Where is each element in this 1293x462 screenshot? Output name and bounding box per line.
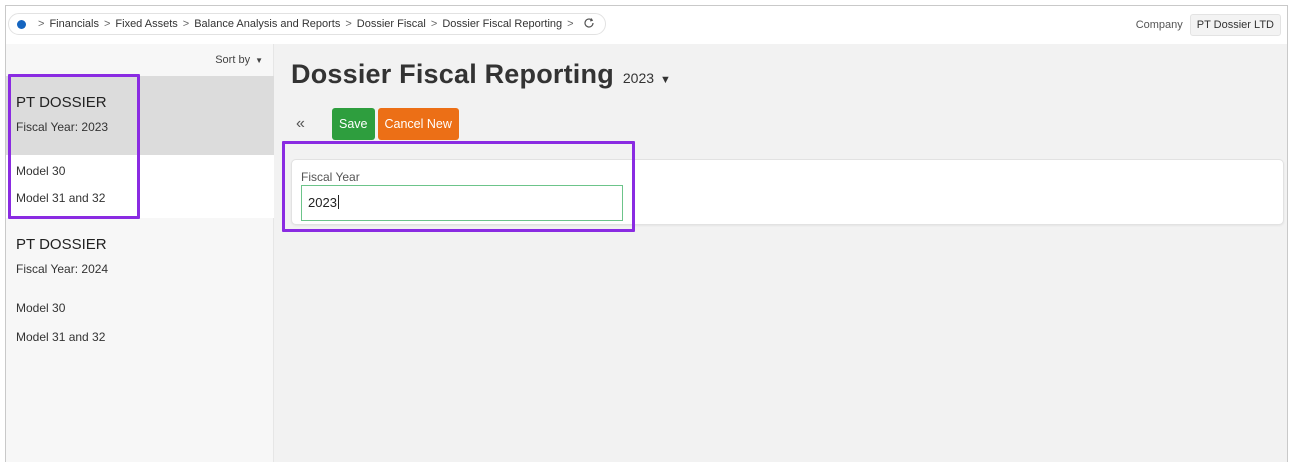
caret-down-icon[interactable]: ▼ bbox=[660, 74, 671, 86]
breadcrumb-dossier-fiscal-reporting[interactable]: Dossier Fiscal Reporting bbox=[442, 18, 562, 30]
fiscal-year-input[interactable]: 2023 bbox=[301, 185, 623, 221]
fiscal-year-label: Fiscal Year: bbox=[16, 262, 79, 276]
chevron-right-icon: > bbox=[345, 18, 352, 30]
chevron-right-icon: > bbox=[567, 18, 574, 30]
app-frame: > Financials > Fixed Assets > Balance An… bbox=[5, 5, 1288, 462]
sort-by-label: Sort by bbox=[215, 54, 251, 66]
sidebar-item-model-30[interactable]: Model 30 bbox=[6, 155, 274, 184]
chevron-right-icon: > bbox=[430, 18, 438, 30]
sidebar: Sort by ▼ PT DOSSIER Fiscal Year: 2023 M… bbox=[6, 44, 274, 462]
sidebar-item-model-31-32[interactable]: Model 31 and 32 bbox=[6, 323, 274, 352]
breadcrumb-dossier-fiscal[interactable]: Dossier Fiscal bbox=[357, 18, 426, 30]
sidebar-group-header[interactable]: PT DOSSIER Fiscal Year: 2023 bbox=[6, 76, 274, 155]
fiscal-year-value: 2024 bbox=[81, 262, 109, 276]
sort-by-button[interactable]: Sort by ▼ bbox=[215, 54, 263, 66]
main-content: Dossier Fiscal Reporting 2023 ▼ « Save C… bbox=[274, 44, 1287, 462]
sidebar-group-2024: PT DOSSIER Fiscal Year: 2024 Model 30 Mo… bbox=[6, 218, 274, 352]
chevron-right-icon: > bbox=[38, 18, 45, 30]
save-button[interactable]: Save bbox=[332, 108, 375, 140]
sidebar-group-2023: PT DOSSIER Fiscal Year: 2023 Model 30 Mo… bbox=[6, 76, 274, 218]
form-card: Fiscal Year 2023 bbox=[291, 159, 1284, 225]
chevron-right-icon: > bbox=[182, 18, 190, 30]
sidebar-group-items: Model 30 Model 31 and 32 bbox=[6, 155, 274, 218]
fiscal-year-input-value: 2023 bbox=[308, 195, 337, 210]
breadcrumb: > Financials > Fixed Assets > Balance An… bbox=[8, 13, 606, 35]
company-label: Company bbox=[1135, 19, 1183, 31]
chevron-right-icon: > bbox=[103, 18, 111, 30]
fiscal-year-field-label: Fiscal Year bbox=[301, 170, 360, 184]
toolbar: « Save Cancel New bbox=[296, 108, 462, 140]
home-dot-icon[interactable] bbox=[17, 19, 26, 29]
sidebar-group-items: Model 30 Model 31 and 32 bbox=[6, 294, 274, 352]
breadcrumb-financials[interactable]: Financials bbox=[49, 18, 99, 30]
company-selector[interactable]: Company PT Dossier LTD bbox=[1136, 13, 1281, 37]
fiscal-year-value: 2023 bbox=[81, 120, 109, 134]
page-title: Dossier Fiscal Reporting 2023 ▼ bbox=[291, 59, 671, 90]
group-fiscal-year: Fiscal Year: 2024 bbox=[16, 262, 274, 276]
double-chevron-left-icon[interactable]: « bbox=[296, 115, 332, 133]
fiscal-year-label: Fiscal Year: bbox=[16, 120, 79, 134]
year-selector[interactable]: 2023 bbox=[623, 70, 654, 86]
sidebar-item-model-31-32[interactable]: Model 31 and 32 bbox=[6, 184, 274, 213]
group-fiscal-year: Fiscal Year: 2023 bbox=[16, 120, 274, 134]
breadcrumb-balance-analysis[interactable]: Balance Analysis and Reports bbox=[194, 18, 340, 30]
top-bar: > Financials > Fixed Assets > Balance An… bbox=[6, 6, 1287, 44]
breadcrumb-fixed-assets[interactable]: Fixed Assets bbox=[115, 18, 177, 30]
group-title: PT DOSSIER bbox=[16, 94, 107, 111]
refresh-icon[interactable] bbox=[583, 17, 595, 32]
caret-down-icon: ▼ bbox=[255, 55, 263, 65]
group-title: PT DOSSIER bbox=[16, 236, 107, 253]
page-title-text: Dossier Fiscal Reporting bbox=[291, 59, 614, 89]
text-cursor bbox=[337, 195, 339, 209]
sidebar-item-model-30[interactable]: Model 30 bbox=[6, 294, 274, 323]
sidebar-group-header[interactable]: PT DOSSIER Fiscal Year: 2024 bbox=[6, 218, 274, 294]
cancel-new-button[interactable]: Cancel New bbox=[377, 108, 459, 140]
company-value[interactable]: PT Dossier LTD bbox=[1189, 14, 1281, 36]
